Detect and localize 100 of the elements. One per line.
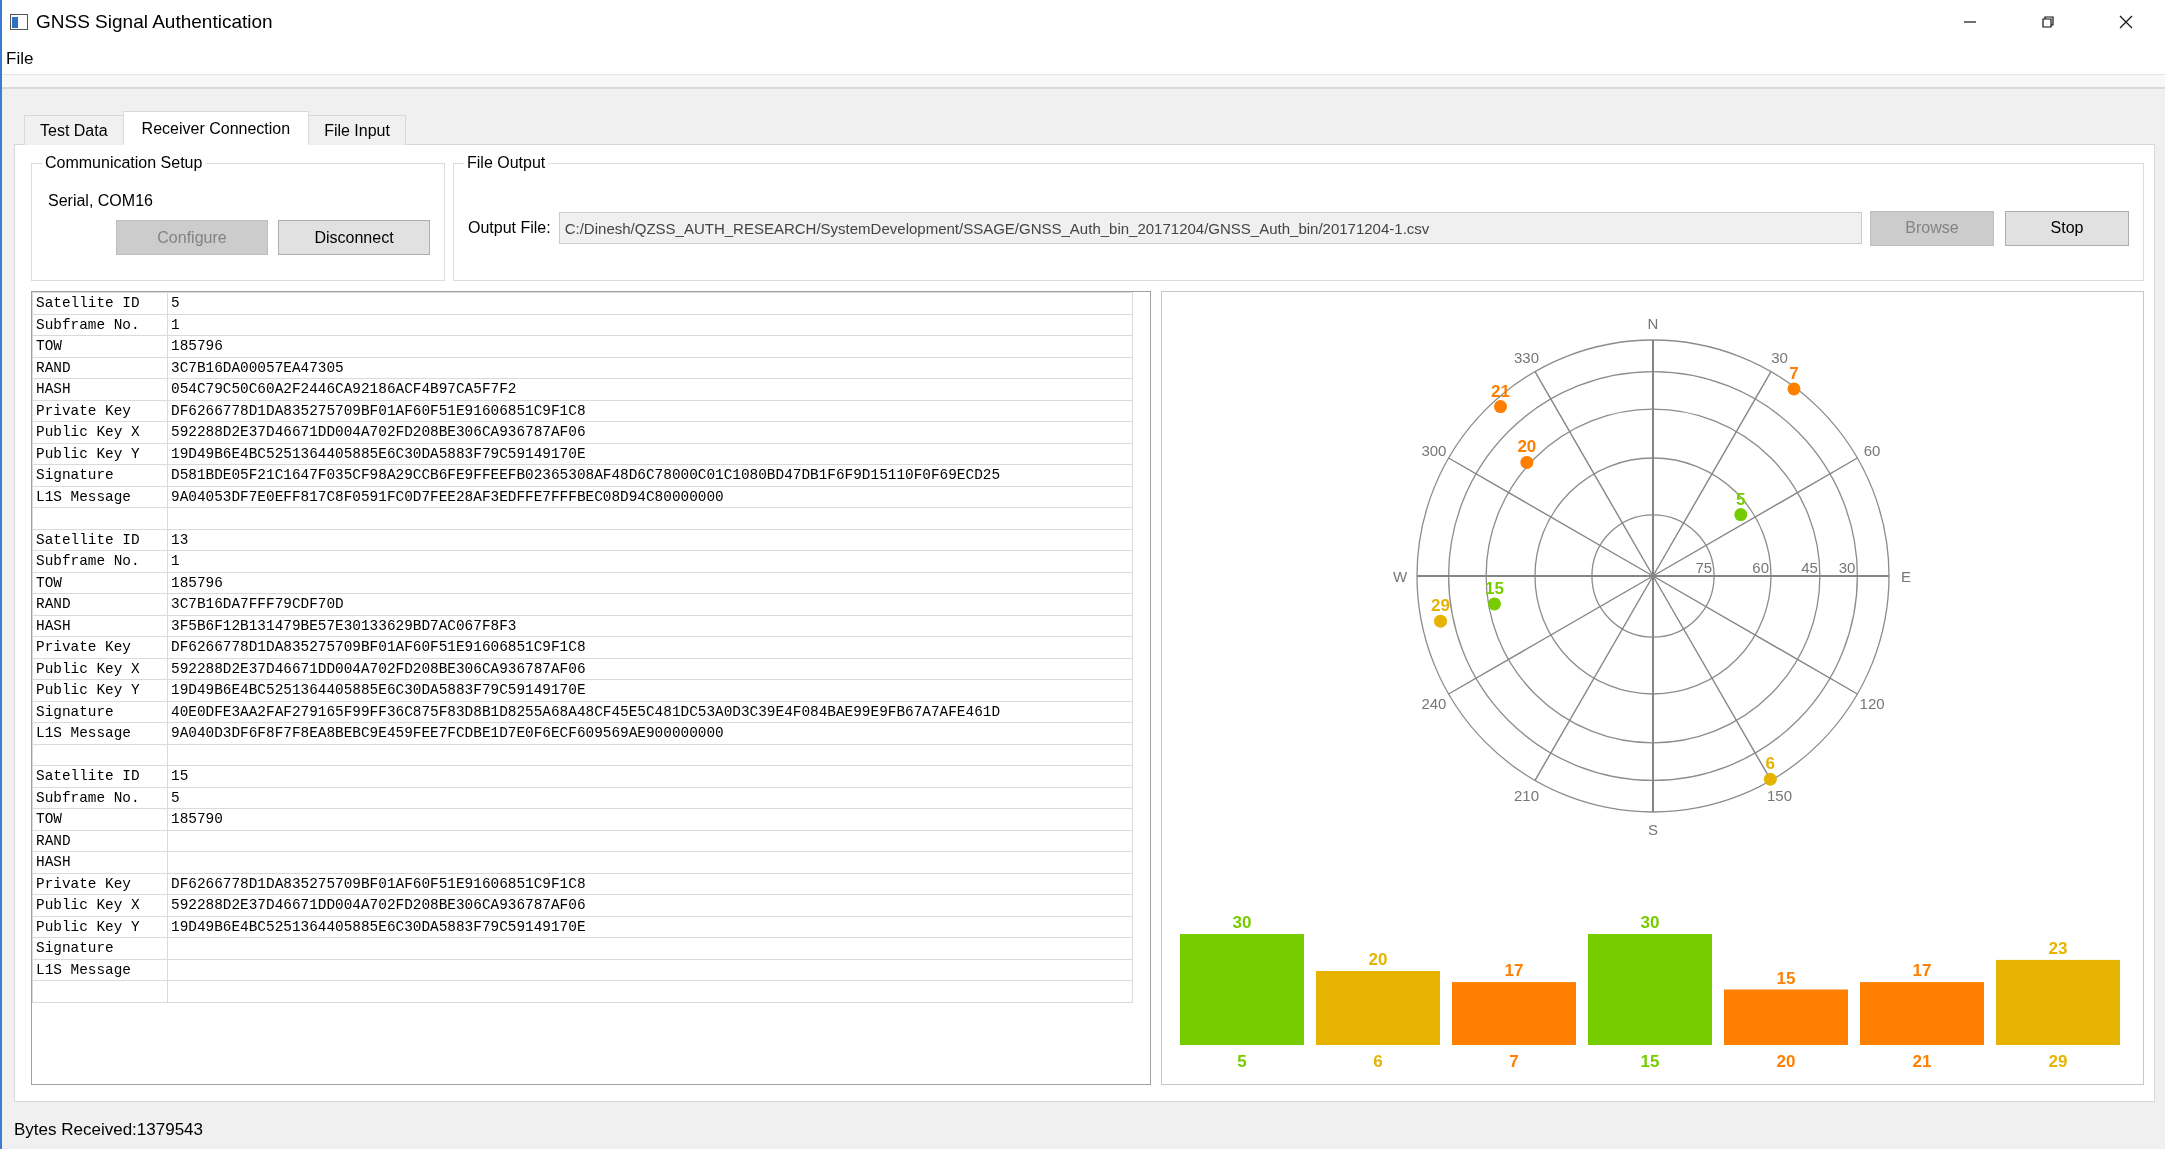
table-cell: L1S Message [32,486,168,508]
table-cell: 5 [167,787,1133,809]
bar-value-label: 17 [1912,961,1931,981]
menu-item[interactable]: File [2,49,40,69]
group-title: Communication Setup [42,154,206,172]
table-cell: RAND [32,593,168,615]
bar-category-label: 7 [1508,1052,1519,1071]
satellite-label: 20 [1516,437,1536,457]
bar-value-label: 15 [1776,968,1795,988]
bar-value-label: 30 [1232,913,1251,932]
table-cell: Satellite ID [32,765,168,787]
elevation-label: 30 [1838,559,1855,576]
tab[interactable]: Test Data [24,115,124,145]
bar-value-label: 23 [2048,938,2067,958]
table-cell: Public Key Y [32,916,168,938]
bar-category-label: 15 [1640,1052,1659,1071]
tab[interactable]: File Input [308,115,406,145]
table-cell: DF6266778D1DA835275709BF01AF60F51E91606851C9F1C8 [167,873,1133,895]
azimuth-label: 240 [1420,694,1446,712]
group-title: File Output [464,154,549,172]
table-cell: Public Key X [32,894,168,916]
satellite-label: 5 [1735,489,1745,509]
table-cell: Signature [32,464,168,486]
azimuth-label: 120 [1859,694,1885,712]
table-cell: D581BDE05F21C1647F035CF98A29CCB6FE9FFEEFB02365308AF48D6C78000C01C1080BD47DB1F6F9D15110F0F69ECD25 [167,464,1133,486]
table-cell: 5 [167,292,1133,314]
azimuth-label: E [1900,568,1911,585]
table-cell: Subframe No. [32,787,168,809]
azimuth-label: W [1392,568,1407,585]
satellite-label: 6 [1765,754,1775,774]
table-cell: 592288D2E37D46671DD004A702FD208BE306CA936787AF06 [167,658,1133,680]
table-cell: Signature [32,937,168,959]
table-cell: L1S Message [32,722,168,744]
bar-value-label: 30 [1640,913,1659,932]
connection-label: Serial, COM16 [47,192,154,210]
restore-icon [2040,14,2056,30]
elevation-label: 45 [1800,559,1818,576]
table-cell: 592288D2E37D46671DD004A702FD208BE306CA936787AF06 [167,894,1133,916]
close-icon [2118,14,2134,30]
table-cell: Signature [32,701,168,723]
table-cell: 1 [167,314,1133,336]
table-cell: 3F5B6F12B131479BE57E30133629BD7AC067F8F3 [167,615,1133,637]
window-title: GNSS Signal Authentication [36,11,274,33]
azimuth-label: S [1647,821,1658,838]
minimize-icon [1964,21,1976,23]
app-icon [10,14,28,30]
table-cell: 19D49B6E4BC5251364405885E6C30DA5883F79C59149170E [167,679,1133,701]
satellite-label: 15 [1484,578,1504,598]
table-cell: TOW [32,808,168,830]
table-cell: RAND [32,357,168,379]
table-cell: DF6266778D1DA835275709BF01AF60F51E91606851C9F1C8 [167,636,1133,658]
azimuth-label: 150 [1766,787,1792,805]
azimuth-label: 210 [1513,787,1539,805]
satellite-label: 21 [1490,381,1510,401]
table-cell: Private Key [32,400,168,422]
table-cell: Subframe No. [32,314,168,336]
bar-category-label: 20 [1776,1052,1795,1071]
table-cell: HASH [32,378,168,400]
table-cell: 054C79C50C60A2F2446CA92186ACF4B97CA5F7F2 [167,378,1133,400]
table-cell: TOW [32,572,168,594]
table-cell: 9A040D3DF6F8F7F8EA8BEBC9E459FEE7FCDBE1D7E0F6ECF609569AE900000000 [167,722,1133,744]
table-cell: 185790 [167,808,1133,830]
satellite-label: 29 [1430,596,1450,616]
table-cell: 9A04053DF7E0EFF817C8F0591FC0D7FEE28AF3EDFFE7FFFBEC08D94C80000000 [167,486,1133,508]
table-cell: 13 [167,529,1133,551]
table-cell: Public Key Y [32,443,168,465]
table-cell: HASH [32,615,168,637]
bar-value-label: 17 [1504,961,1523,981]
bar-value-label: 20 [1368,950,1387,969]
table-cell: 185796 [167,572,1133,594]
table-cell: 19D49B6E4BC5251364405885E6C30DA5883F79C59149170E [167,443,1133,465]
table-cell: 19D49B6E4BC5251364405885E6C30DA5883F79C59149170E [167,916,1133,938]
table-cell: 3C7B16DA00057EA47305 [167,357,1133,379]
table-cell: L1S Message [32,959,168,981]
elevation-label: 75 [1694,559,1712,576]
table-cell: 185796 [167,335,1133,357]
table-cell: Private Key [32,636,168,658]
table-cell: Subframe No. [32,550,168,572]
table-cell: DF6266778D1DA835275709BF01AF60F51E91606851C9F1C8 [167,400,1133,422]
output-file-label: Output File: [468,219,551,237]
azimuth-label: 330 [1513,348,1539,366]
azimuth-label: 60 [1863,441,1880,459]
table-cell: Public Key X [32,658,168,680]
bar-category-label: 6 [1372,1052,1383,1071]
elevation-label: 60 [1751,559,1769,576]
bar-category-label: 21 [1912,1052,1931,1071]
table-cell: 1 [167,550,1133,572]
button[interactable]: Disconnect [278,220,430,255]
table-cell: 592288D2E37D46671DD004A702FD208BE306CA936787AF06 [167,421,1133,443]
table-cell: TOW [32,335,168,357]
table-cell: Satellite ID [32,292,168,314]
azimuth-label: 30 [1770,348,1788,366]
table-cell: 15 [167,765,1133,787]
table-cell: 3C7B16DA7FFF79CDF70D [167,593,1133,615]
table-cell: Public Key Y [32,679,168,701]
tab[interactable]: Receiver Connection [122,111,310,145]
table-cell: RAND [32,830,168,852]
azimuth-label: N [1647,315,1658,332]
bar-category-label: 5 [1236,1052,1247,1071]
bar-category-label: 29 [2048,1052,2067,1071]
